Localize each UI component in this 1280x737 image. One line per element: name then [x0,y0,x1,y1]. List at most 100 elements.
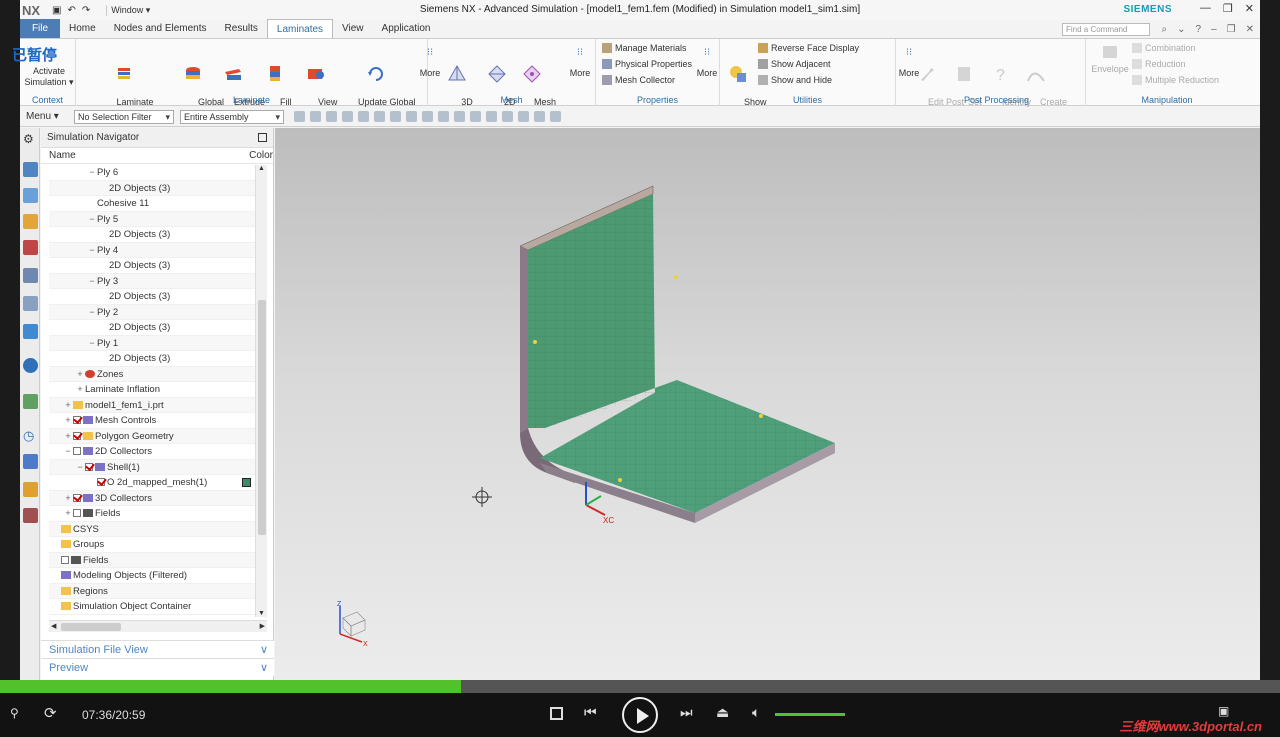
deselect-icon[interactable] [374,111,385,122]
tree-row[interactable]: + Zones [49,366,255,382]
render-style-icon[interactable] [470,111,481,122]
scroll-right-icon[interactable]: ▶ [260,622,265,630]
hd3d-tools-icon[interactable] [23,296,38,311]
scrollbar-thumb[interactable] [258,300,266,535]
visibility-checkbox[interactable] [73,493,81,502]
maximize-icon[interactable] [258,133,267,142]
lasso-icon[interactable] [342,111,353,122]
filter-icon[interactable] [326,111,337,122]
tree-row[interactable]: + Polygon Geometry [49,428,255,445]
navigator-horizontal-scrollbar[interactable]: ◀ ▶ [49,620,267,632]
collapse-icon[interactable]: − [87,336,97,352]
reverse-face-display-button[interactable]: Reverse Face Display [758,43,859,53]
part-navigator-icon[interactable] [23,188,38,203]
save-icon[interactable]: ▣ [52,5,61,16]
zoom-icon[interactable] [438,111,449,122]
collapse-icon[interactable]: − [87,243,97,259]
scroll-left-icon[interactable]: ◀ [51,622,56,630]
chevron-down-icon[interactable]: ⌄ [1177,24,1185,35]
activate-simulation-button[interactable]: Activate Simulation ▾ [24,66,74,88]
tree-row[interactable]: Regions [49,583,255,599]
tree-row[interactable]: + Fields [49,506,255,522]
web-browser-icon[interactable] [23,324,38,339]
expand-icon[interactable]: + [63,413,73,429]
chevron-down-icon[interactable]: ∨ [260,659,268,677]
mesh-more-button[interactable]: ⁝⁝ More [566,47,594,79]
expand-icon[interactable]: + [63,429,73,445]
view-icon[interactable] [390,111,401,122]
video-progress-bar[interactable] [0,680,1280,693]
tree-row[interactable]: + model1_fem1_i.prt [49,397,255,414]
collapse-icon[interactable]: − [87,305,97,321]
roles-icon[interactable] [23,482,38,497]
layer-icon[interactable] [518,111,529,122]
collapse-icon[interactable]: − [87,165,97,181]
tree-row[interactable]: − Ply 6 [49,165,255,181]
system-scenes-icon[interactable] [23,508,38,523]
close-icon[interactable]: ✕ [1245,2,1254,15]
show-adjacent-button[interactable]: Show Adjacent [758,59,831,69]
expand-icon[interactable]: + [63,491,73,507]
tree-row[interactable]: Fields [49,552,255,568]
navigator-vertical-scrollbar[interactable]: ▲ ▼ [255,165,267,617]
tree-row[interactable]: − Shell(1) [49,459,255,476]
tree-row[interactable]: Constraint Container [49,614,255,615]
tab-application[interactable]: Application [373,19,440,38]
mesh-collector-button[interactable]: Mesh Collector [602,75,675,85]
tree-row[interactable]: 2D Objects (3) [49,351,255,367]
tree-row[interactable]: CSYS [49,521,255,537]
chevron-down-icon[interactable]: ∨ [260,641,268,659]
restore-icon[interactable]: ❐ [1223,2,1233,15]
box-select-icon[interactable] [358,111,369,122]
tree-row[interactable]: 2D Objects (3) [49,180,255,196]
expand-icon[interactable]: + [63,398,73,414]
rotate-icon[interactable]: ⟳ [44,704,57,722]
scroll-down-icon[interactable]: ▼ [258,610,265,617]
measure-icon[interactable] [550,111,561,122]
restore-icon[interactable]: ❐ [1227,24,1236,35]
visibility-checkbox[interactable] [73,416,81,424]
manage-materials-button[interactable]: Manage Materials [602,43,687,53]
tree-row[interactable]: O 2d_mapped_mesh(1) [49,475,255,491]
visibility-checkbox[interactable] [73,447,81,455]
eject-icon[interactable]: ⏏ [716,704,729,721]
collapse-icon[interactable]: − [75,460,85,476]
tree-row[interactable]: 2D Objects (3) [49,289,255,305]
clock-icon[interactable]: ◷ [23,428,38,443]
scrollbar-thumb[interactable] [61,623,121,631]
collapse-icon[interactable]: − [63,444,73,460]
previous-button[interactable]: ⏮ [584,704,597,721]
gear-icon[interactable]: ⚙ [23,132,38,147]
simulation-file-view-panel[interactable]: Simulation File View ∨ [41,640,274,658]
command-search-input[interactable]: Find a Command [1062,23,1150,36]
simulation-navigator-icon[interactable] [23,162,38,177]
combination-button[interactable]: Combination [1132,43,1196,53]
search-icon[interactable]: ⌕ [1162,24,1168,35]
tree-row[interactable]: Modeling Objects (Filtered) [49,568,255,584]
visibility-checkbox[interactable] [61,555,69,564]
rotate-icon[interactable] [454,111,465,122]
history-icon[interactable] [23,358,38,373]
cube-icon[interactable] [406,111,417,122]
minimize-icon[interactable]: – [1211,24,1217,35]
selection-filter-dropdown[interactable]: No Selection Filter [74,109,174,124]
envelope-button[interactable]: Envelope [1090,42,1130,75]
tree-row[interactable]: − 2D Collectors [49,444,255,460]
properties-more-button[interactable]: ⁝⁝ More [694,47,720,79]
visibility-checkbox[interactable] [73,509,81,517]
visibility-checkbox[interactable] [97,478,105,486]
process-studio-icon[interactable] [23,454,38,469]
tree-row[interactable]: + Laminate Inflation [49,382,255,398]
tree-row[interactable]: + Mesh Controls [49,413,255,429]
volume-slider[interactable] [775,713,845,716]
column-color[interactable]: Color [249,148,273,164]
physical-properties-button[interactable]: Physical Properties [602,59,692,69]
reuse-library-icon[interactable] [23,268,38,283]
select-icon[interactable] [310,111,321,122]
tab-file[interactable]: File [20,19,60,38]
tree-row[interactable]: 2D Objects (3) [49,320,255,336]
tab-home[interactable]: Home [60,19,105,38]
visibility-checkbox[interactable] [73,431,81,440]
scroll-up-icon[interactable]: ▲ [258,165,265,172]
snap-icon[interactable] [294,111,305,122]
